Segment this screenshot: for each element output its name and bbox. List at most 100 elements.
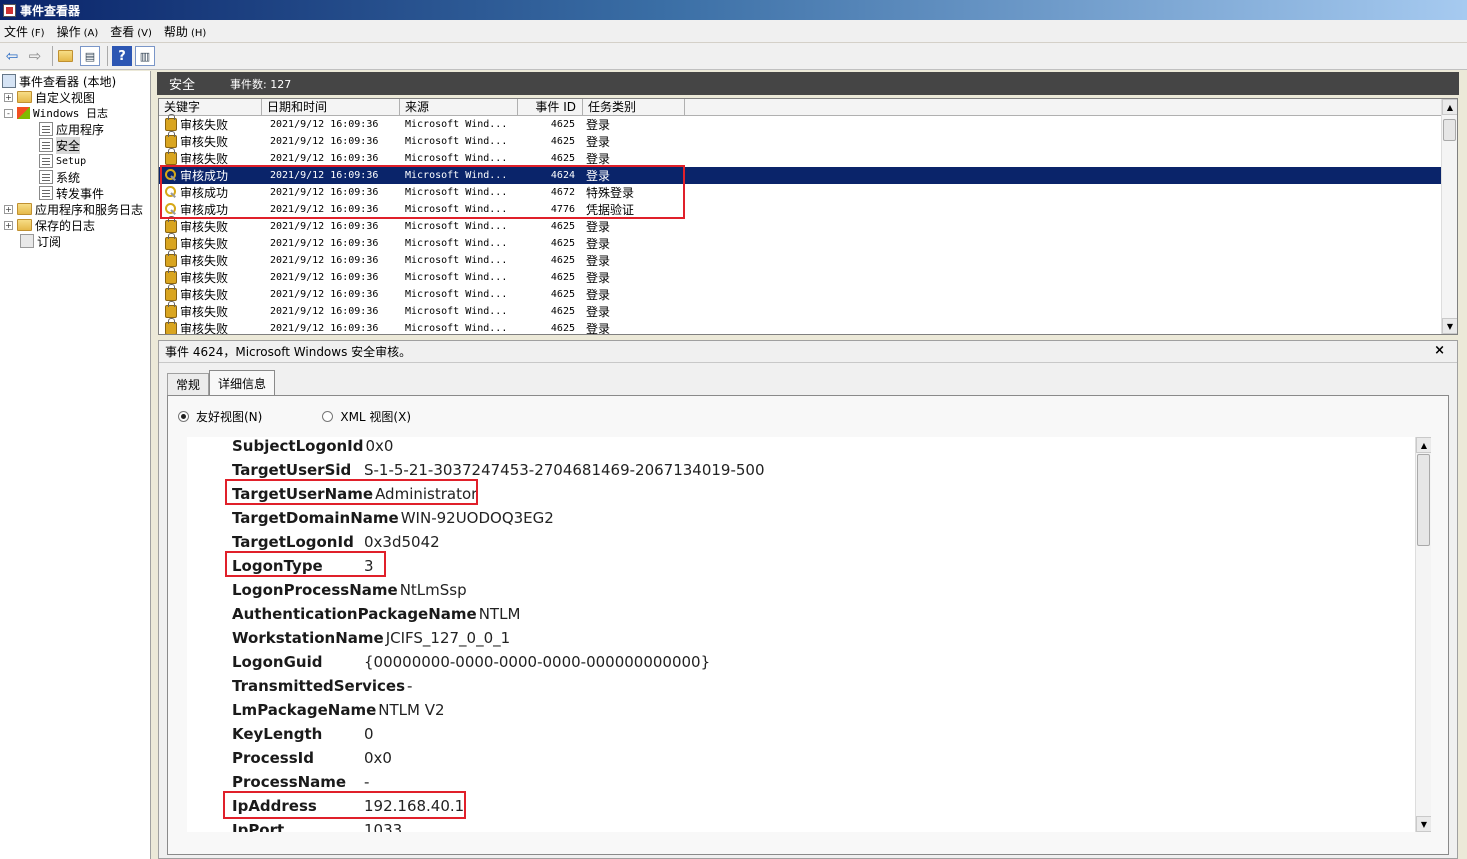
col-event-id[interactable]: 事件 ID xyxy=(518,99,583,116)
keyword-text: 审核失败 xyxy=(180,135,229,149)
menu-view[interactable]: 查看 (V) xyxy=(106,23,160,40)
tree-item-application[interactable]: 应用程序 xyxy=(39,121,104,137)
scroll-thumb[interactable] xyxy=(1443,119,1456,141)
col-task-category[interactable]: 任务类别 xyxy=(583,99,685,116)
event-data-field: AuthenticationPackageName NTLM xyxy=(232,602,520,626)
event-list-scrollbar[interactable]: ▲ ▼ xyxy=(1441,99,1457,334)
scroll-up-icon[interactable]: ▲ xyxy=(1416,437,1431,453)
help-glyph: ? xyxy=(118,48,126,64)
task-category-cell: 登录 xyxy=(586,135,611,149)
keyword-cell: 审核失败 xyxy=(159,284,262,303)
tree-item-system[interactable]: 系统 xyxy=(39,169,80,185)
keyword-cell: 审核失败 xyxy=(159,216,262,235)
datetime-cell: 2021/9/12 16:09:36 xyxy=(270,272,379,283)
tree-item-saved-logs[interactable]: + 保存的日志 xyxy=(4,217,95,233)
event-data-view[interactable]: ▲ ▼ SubjectLogonId 0x0 TargetUserSid S-1-5-… xyxy=(187,437,1431,832)
menu-help-key: (H) xyxy=(190,27,207,39)
close-icon[interactable]: × xyxy=(1434,343,1445,358)
tab-details[interactable]: 详细信息 xyxy=(209,370,276,395)
event-viewer-icon xyxy=(2,74,16,88)
col-datetime[interactable]: 日期和时间 xyxy=(262,99,400,116)
tree-item-root[interactable]: 事件查看器 (本地) xyxy=(2,73,116,89)
event-row[interactable]: 审核失败 2021/9/12 16:09:36 Microsoft Wind... 4… xyxy=(159,267,1443,286)
datetime-cell: 2021/9/12 16:09:36 xyxy=(270,187,379,198)
toolbar-separator xyxy=(52,46,53,66)
event-row[interactable]: 审核成功 2021/9/12 16:09:36 Microsoft Wind... 4… xyxy=(159,184,1443,201)
event-id-cell: 4625 xyxy=(550,306,575,317)
tree-item-security[interactable]: 安全 xyxy=(39,136,81,154)
radio-friendly-label: 友好视图(N) xyxy=(196,410,263,424)
properties-icon[interactable]: ▥ xyxy=(135,46,155,66)
expand-icon[interactable]: + xyxy=(4,204,13,214)
detail-header: 事件 4624，Microsoft Windows 安全审核。 xyxy=(159,341,1457,363)
event-id-cell: 4672 xyxy=(550,187,575,198)
event-row[interactable]: 审核失败 2021/9/12 16:09:36 Microsoft Wind... 4… xyxy=(159,216,1443,235)
event-row[interactable]: 审核失败 2021/9/12 16:09:36 Microsoft Wind... 4… xyxy=(159,284,1443,303)
radio-unselected-icon[interactable] xyxy=(322,411,334,422)
menu-action-key: (A) xyxy=(83,27,99,39)
keyword-cell: 审核失败 xyxy=(159,267,262,286)
tree-item-custom-views[interactable]: + 自定义视图 xyxy=(4,89,95,105)
tree-item-windows-logs[interactable]: - Windows 日志 xyxy=(4,105,108,121)
event-row[interactable]: 审核失败 2021/9/12 16:09:36 Microsoft Wind... 4… xyxy=(159,301,1443,320)
event-list[interactable]: 关键字 日期和时间 来源 事件 ID 任务类别 审核失败 2021/9/12 16… xyxy=(158,98,1458,335)
scroll-down-icon[interactable]: ▼ xyxy=(1442,318,1457,334)
field-name: LogonProcessName xyxy=(232,581,398,599)
menu-view-label: 查看 xyxy=(110,24,135,39)
event-data-field: TransmittedServices - xyxy=(232,674,412,698)
keyword-text: 审核失败 xyxy=(180,118,229,132)
source-cell: Microsoft Wind... xyxy=(405,306,508,317)
event-row[interactable]: 审核失败 2021/9/12 16:09:36 Microsoft Wind... 4… xyxy=(159,148,1443,167)
keyword-cell: 审核失败 xyxy=(159,318,262,334)
radio-friendly-view[interactable]: 友好视图(N) xyxy=(178,408,262,425)
event-row[interactable]: 审核成功 2021/9/12 16:09:36 Microsoft Wind... 4… xyxy=(159,167,1443,184)
field-name: IpAddress xyxy=(232,797,317,815)
details-tab-panel: 友好视图(N) XML 视图(X) ▲ ▼ SubjectLogonId 0x0 T… xyxy=(167,395,1449,855)
tree-item-saved-logs-label: 保存的日志 xyxy=(35,218,96,233)
expand-icon[interactable]: + xyxy=(4,220,13,230)
radio-selected-icon[interactable] xyxy=(178,411,189,422)
event-id-cell: 4625 xyxy=(550,272,575,283)
collapse-icon[interactable]: - xyxy=(4,108,13,118)
event-data-field: SubjectLogonId 0x0 xyxy=(232,437,393,458)
datetime-cell: 2021/9/12 16:09:36 xyxy=(270,170,379,181)
tab-general[interactable]: 常规 xyxy=(167,373,210,395)
tree-item-app-service-logs-label: 应用程序和服务日志 xyxy=(35,202,144,217)
event-row[interactable]: 审核失败 2021/9/12 16:09:36 Microsoft Wind... 4… xyxy=(159,114,1443,133)
menu-action[interactable]: 操作 (A) xyxy=(53,23,107,40)
event-row[interactable]: 审核失败 2021/9/12 16:09:36 Microsoft Wind... 4… xyxy=(159,131,1443,150)
view-mode-radios: 友好视图(N) XML 视图(X) xyxy=(178,408,471,425)
radio-xml-view[interactable]: XML 视图(X) xyxy=(322,408,411,425)
scroll-up-icon[interactable]: ▲ xyxy=(1442,99,1457,115)
tree-item-setup[interactable]: Setup xyxy=(39,153,86,169)
back-arrow-icon[interactable]: ⇦ xyxy=(2,46,22,66)
tree-item-app-service-logs[interactable]: + 应用程序和服务日志 xyxy=(4,201,143,217)
col-keyword[interactable]: 关键字 xyxy=(159,99,262,116)
menu-help[interactable]: 帮助 (H) xyxy=(160,23,214,40)
task-category-cell: 登录 xyxy=(586,305,611,319)
event-row[interactable]: 审核失败 2021/9/12 16:09:36 Microsoft Wind... 4… xyxy=(159,233,1443,252)
datetime-cell: 2021/9/12 16:09:36 xyxy=(270,204,379,215)
event-row[interactable]: 审核成功 2021/9/12 16:09:36 Microsoft Wind... 4… xyxy=(159,201,1443,218)
expand-icon[interactable]: + xyxy=(4,92,13,102)
event-data-field: ProcessId 0x0 xyxy=(232,746,392,770)
show-hide-tree-icon[interactable]: ▤ xyxy=(80,46,100,66)
scroll-thumb[interactable] xyxy=(1417,454,1430,546)
col-source[interactable]: 来源 xyxy=(400,99,518,116)
tree-item-subscriptions[interactable]: 订阅 xyxy=(20,233,61,249)
menu-file[interactable]: 文件 (F) xyxy=(0,23,53,40)
event-row[interactable]: 审核失败 2021/9/12 16:09:36 Microsoft Wind... 4… xyxy=(159,318,1443,334)
detail-scrollbar[interactable]: ▲ ▼ xyxy=(1415,437,1431,832)
field-name: IpPort xyxy=(232,821,285,832)
event-data-field: TargetUserSid S-1-5-21-3037247453-2704681… xyxy=(232,458,765,482)
pane-header: 安全 事件数: 127 xyxy=(157,72,1459,95)
forward-arrow-icon[interactable]: ⇨ xyxy=(25,46,45,66)
scroll-down-icon[interactable]: ▼ xyxy=(1416,816,1431,832)
tree-item-forwarded-events[interactable]: 转发事件 xyxy=(39,185,104,201)
event-row[interactable]: 审核失败 2021/9/12 16:09:36 Microsoft Wind... 4… xyxy=(159,250,1443,269)
detail-tabs: 常规 详细信息 xyxy=(167,370,276,395)
toolbar-separator xyxy=(107,46,108,66)
keyword-text: 审核失败 xyxy=(180,237,229,251)
help-icon[interactable]: ? xyxy=(112,46,132,66)
up-folder-icon[interactable] xyxy=(57,46,77,66)
